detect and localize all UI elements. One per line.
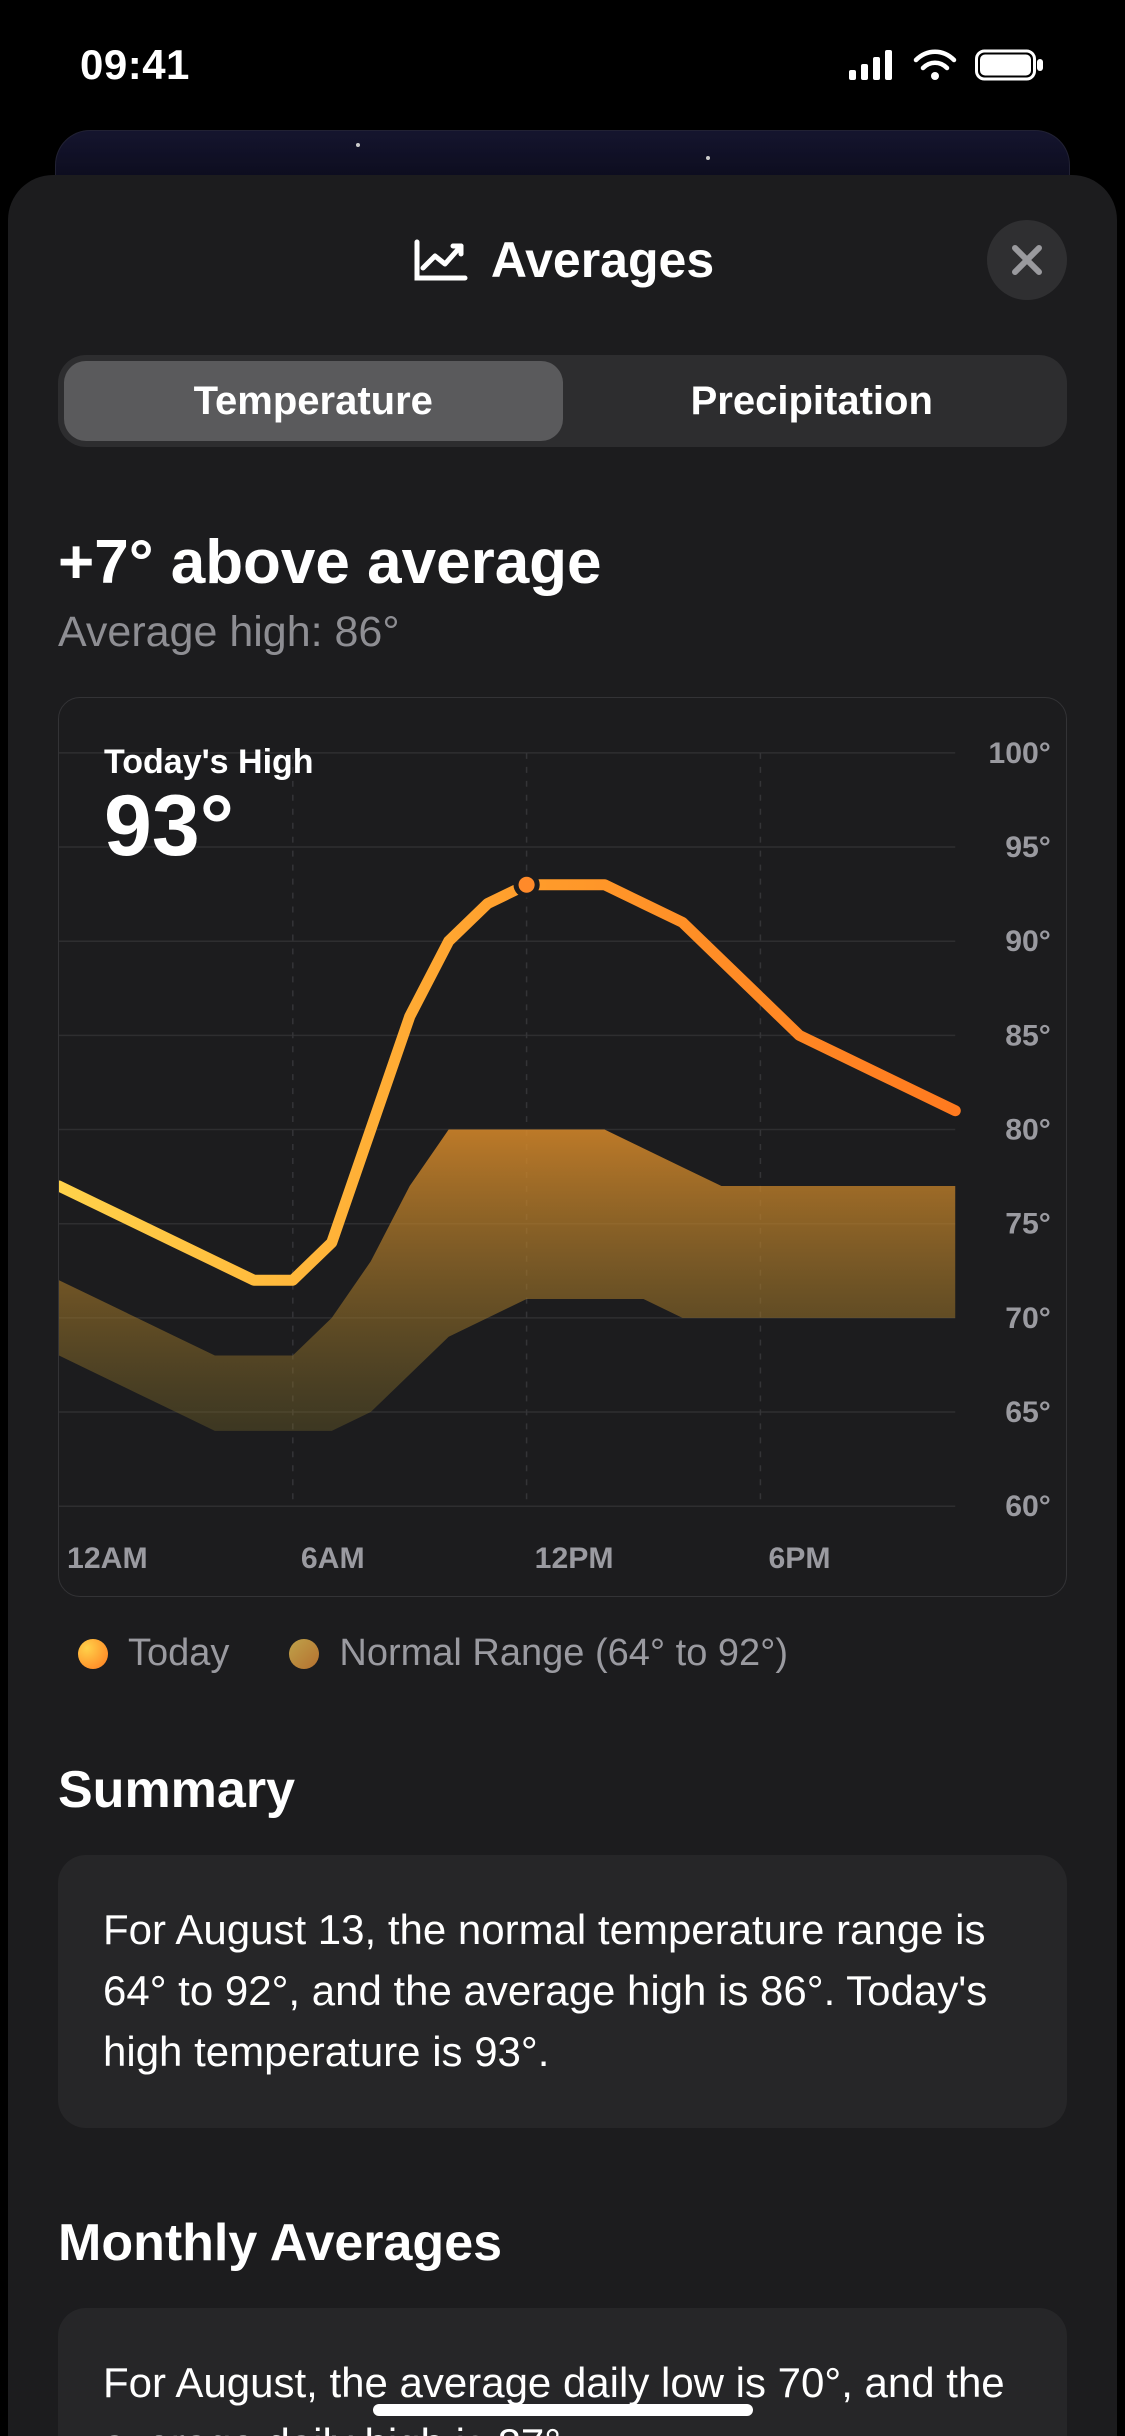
svg-text:65°: 65° bbox=[1005, 1396, 1051, 1429]
monthly-title: Monthly Averages bbox=[58, 2213, 1067, 2273]
svg-text:6AM: 6AM bbox=[301, 1542, 365, 1575]
svg-text:100°: 100° bbox=[988, 737, 1050, 770]
home-indicator[interactable] bbox=[373, 2404, 753, 2416]
cellular-icon bbox=[849, 50, 895, 80]
wifi-icon bbox=[913, 49, 957, 81]
svg-text:90°: 90° bbox=[1005, 925, 1051, 958]
summary-card: For August 13, the normal temperature ra… bbox=[58, 1855, 1067, 2128]
svg-text:60°: 60° bbox=[1005, 1490, 1051, 1523]
status-time: 09:41 bbox=[80, 41, 190, 89]
segmented-control: Temperature Precipitation bbox=[58, 355, 1067, 447]
headline: +7° above average Average high: 86° bbox=[58, 527, 1067, 657]
headline-average-high: Average high: 86° bbox=[58, 608, 1067, 657]
summary-title: Summary bbox=[58, 1760, 1067, 1820]
legend-swatch-today bbox=[78, 1639, 108, 1669]
status-indicators bbox=[849, 49, 1045, 81]
chart-legend: Today Normal Range (64° to 92°) bbox=[58, 1632, 1067, 1675]
legend-normal-range: Normal Range (64° to 92°) bbox=[289, 1632, 788, 1675]
legend-range-label: Normal Range (64° to 92°) bbox=[339, 1632, 788, 1675]
legend-today: Today bbox=[78, 1632, 229, 1675]
monthly-card: For August, the average daily low is 70°… bbox=[58, 2308, 1067, 2436]
legend-swatch-range bbox=[289, 1639, 319, 1669]
legend-today-label: Today bbox=[128, 1632, 229, 1675]
sheet-title: Averages bbox=[491, 231, 714, 289]
svg-text:12AM: 12AM bbox=[67, 1542, 148, 1575]
svg-text:80°: 80° bbox=[1005, 1114, 1051, 1147]
svg-text:75°: 75° bbox=[1005, 1208, 1051, 1241]
temperature-chart[interactable]: Today's High 93° 100° 95° 90° 85° 80° 75° 70° 6… bbox=[58, 697, 1067, 1597]
battery-icon bbox=[975, 49, 1045, 81]
svg-text:70°: 70° bbox=[1005, 1302, 1051, 1335]
chart-line-icon bbox=[411, 236, 469, 284]
status-bar: 09:41 bbox=[0, 0, 1125, 130]
background-sheet-peek bbox=[55, 130, 1070, 175]
svg-text:6PM: 6PM bbox=[768, 1542, 830, 1575]
chart-overlay: Today's High 93° bbox=[104, 743, 314, 876]
segment-precipitation[interactable]: Precipitation bbox=[563, 361, 1062, 441]
close-button[interactable] bbox=[987, 220, 1067, 300]
svg-text:95°: 95° bbox=[1005, 831, 1051, 864]
svg-text:85°: 85° bbox=[1005, 1019, 1051, 1052]
chart-overlay-value: 93° bbox=[104, 777, 314, 876]
svg-text:12PM: 12PM bbox=[535, 1542, 614, 1575]
averages-sheet: Averages Temperature Precipitation +7° a… bbox=[8, 175, 1117, 2436]
headline-deviation: +7° above average bbox=[58, 527, 1067, 598]
close-icon bbox=[1009, 242, 1045, 278]
sheet-header: Averages bbox=[58, 175, 1067, 345]
segment-temperature[interactable]: Temperature bbox=[64, 361, 563, 441]
